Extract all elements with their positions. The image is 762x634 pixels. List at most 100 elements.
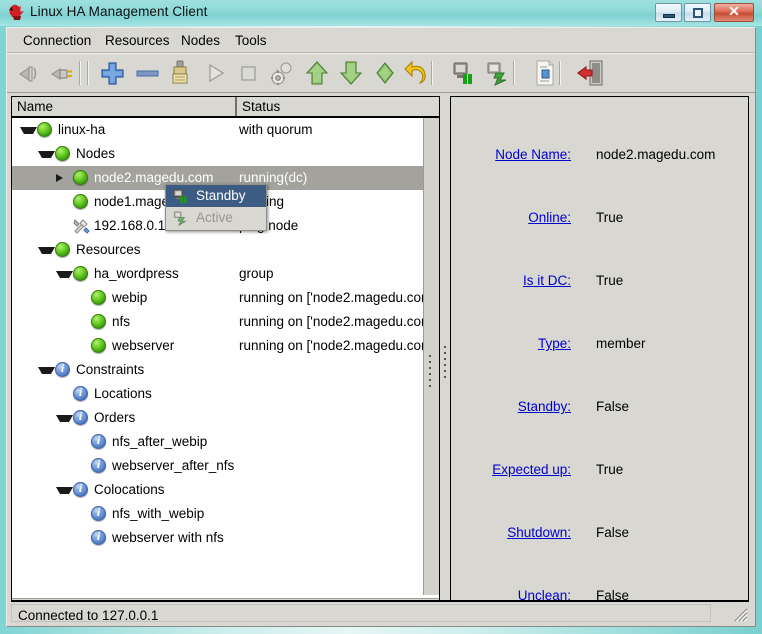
blue-info-icon	[91, 433, 108, 451]
green-ball-icon	[73, 266, 90, 283]
tree-row-name: Nodes	[76, 146, 116, 161]
blue-info-icon	[73, 481, 90, 499]
toolbar-separator	[513, 61, 515, 85]
tree-row[interactable]: Colocations	[12, 478, 439, 502]
green-ball-icon	[73, 170, 90, 187]
close-icon: ✕	[728, 5, 740, 20]
migrate-diamond-icon[interactable]	[370, 58, 400, 88]
detail-row: Is it DC: True	[451, 273, 748, 293]
green-ball-icon	[91, 290, 108, 307]
column-header-status[interactable]: Status	[237, 97, 439, 116]
context-menu-item-standby[interactable]: Standby	[166, 185, 266, 207]
detail-value: node2.magedu.com	[596, 147, 716, 162]
chevron-right-icon[interactable]	[56, 174, 63, 182]
cleanup-brush-icon[interactable]	[165, 58, 195, 88]
tree-row-name: linux-ha	[58, 122, 106, 137]
menu-connection[interactable]: Connection	[17, 31, 97, 50]
title-bar[interactable]: Linux HA Management Client ✕	[0, 0, 762, 26]
migrate-down-arrow-icon[interactable]	[336, 58, 366, 88]
detail-label-link[interactable]: Type:	[451, 336, 571, 351]
active-node-icon[interactable]	[482, 58, 512, 88]
column-header-name[interactable]: Name	[12, 97, 237, 116]
remove-minus-icon[interactable]	[132, 58, 162, 88]
tree-row[interactable]: nfs_with_webip	[12, 502, 439, 526]
stop-square-icon[interactable]	[233, 58, 263, 88]
migrate-up-arrow-icon[interactable]	[302, 58, 332, 88]
blue-info-icon	[55, 361, 72, 379]
maximize-button[interactable]	[684, 3, 711, 22]
menu-resources[interactable]: Resources	[99, 31, 176, 50]
tree-row[interactable]: webserver with nfs	[12, 526, 439, 550]
tree-row[interactable]: nfs running on ['node2.magedu.com']	[12, 310, 439, 334]
detail-row: Type: member	[451, 336, 748, 356]
panel-splitter[interactable]	[441, 96, 450, 618]
toolbar-separator	[79, 61, 81, 85]
detail-row: Online: True	[451, 210, 748, 230]
menu-tools[interactable]: Tools	[229, 31, 273, 50]
tree-row-name: 192.168.0.1	[94, 218, 166, 233]
detail-label-link[interactable]: Is it DC:	[451, 273, 571, 288]
disconnect-plug-icon[interactable]	[47, 58, 77, 88]
detail-label-link[interactable]: Node Name:	[451, 147, 571, 162]
toolbar-separator	[87, 61, 89, 85]
tree-row[interactable]: nfs_after_webip	[12, 430, 439, 454]
exit-door-icon[interactable]	[575, 58, 605, 88]
blue-info-icon	[73, 409, 90, 427]
chevron-down-icon[interactable]	[38, 247, 55, 262]
splitter-grip-dots	[444, 346, 447, 384]
green-ball-icon	[55, 146, 72, 163]
tree-row-name: webip	[112, 290, 148, 305]
status-message-area: Connected to 127.0.0.1	[11, 604, 711, 623]
detail-label-link[interactable]: Expected up:	[451, 462, 571, 477]
chevron-down-icon[interactable]	[38, 367, 55, 382]
green-ball-icon	[91, 338, 108, 355]
tree-row-name: nfs	[112, 314, 131, 329]
tree-row-status: running on ['node2.magedu.com']	[239, 290, 439, 305]
standby-node-icon[interactable]	[449, 58, 479, 88]
undo-arrow-icon[interactable]	[403, 58, 433, 88]
chevron-down-icon[interactable]	[38, 151, 55, 166]
chevron-down-icon[interactable]	[56, 487, 73, 502]
default-gear-icon[interactable]	[266, 58, 296, 88]
tree-row[interactable]: linux-ha with quorum	[12, 118, 439, 142]
chevron-down-icon[interactable]	[56, 415, 73, 430]
context-menu-item-active[interactable]: Active	[166, 207, 266, 229]
tree-row[interactable]: Orders	[12, 406, 439, 430]
client-area: Connection Resources Nodes Tools Name St…	[6, 27, 756, 627]
tree-row[interactable]: webserver running on ['node2.magedu.com']	[12, 334, 439, 358]
chevron-down-icon[interactable]	[56, 271, 73, 286]
start-play-icon[interactable]	[200, 58, 230, 88]
toolbar	[7, 53, 755, 93]
tree-row[interactable]: webserver_after_nfs	[12, 454, 439, 478]
close-button[interactable]: ✕	[714, 3, 754, 22]
tree-row[interactable]: webip running on ['node2.magedu.com']	[12, 286, 439, 310]
tree-row-status: running on ['node2.magedu.com']	[239, 314, 439, 329]
document-icon[interactable]	[530, 58, 560, 88]
active-node-icon	[173, 211, 187, 226]
maximize-icon	[693, 8, 703, 18]
tree-row-name: nfs_with_webip	[112, 506, 205, 521]
tree-row-name: ha_wordpress	[94, 266, 179, 281]
toolbar-separator	[431, 61, 433, 85]
detail-label-link[interactable]: Shutdown:	[451, 525, 571, 540]
tree-row[interactable]: Constraints	[12, 358, 439, 382]
tree-column-headers: Name Status	[12, 97, 439, 118]
tree-row[interactable]: Nodes	[12, 142, 439, 166]
tree-row[interactable]: Resources	[12, 238, 439, 262]
tree-row-status: group	[239, 266, 274, 281]
minimize-icon	[663, 14, 675, 18]
minimize-button[interactable]	[655, 3, 682, 22]
connect-icon[interactable]	[15, 58, 45, 88]
tree-vertical-scrollbar[interactable]	[423, 118, 439, 595]
tree-row[interactable]: ha_wordpress group	[12, 262, 439, 286]
menu-nodes[interactable]: Nodes	[175, 31, 226, 50]
resize-grip-icon[interactable]	[730, 604, 748, 622]
add-plus-icon[interactable]	[97, 58, 127, 88]
detail-value: False	[596, 525, 630, 540]
tree-row[interactable]: Locations	[12, 382, 439, 406]
detail-label-link[interactable]: Standby:	[451, 399, 571, 414]
detail-label-link[interactable]: Online:	[451, 210, 571, 225]
cluster-tree-panel: Name Status linux-ha with quorum Nodes node…	[11, 96, 440, 618]
chevron-down-icon[interactable]	[20, 127, 37, 142]
detail-row: Expected up: True	[451, 462, 748, 482]
